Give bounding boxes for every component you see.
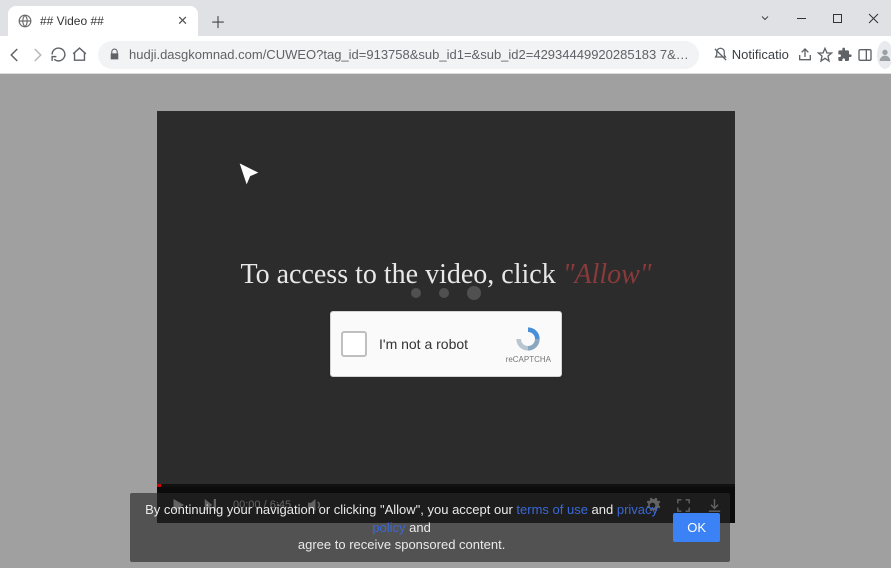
page-viewport: To access to the video, click "Allow" I'… [0, 74, 891, 568]
recaptcha-brand: reCAPTCHA [506, 355, 551, 364]
bell-off-icon [713, 47, 728, 62]
share-button[interactable] [797, 41, 813, 69]
browser-titlebar: ## Video ## ✕ ＋ [0, 0, 891, 36]
consent-ok-button[interactable]: OK [673, 513, 720, 542]
nav-forward-button[interactable] [28, 41, 46, 69]
access-prefix: To access to the video, click [240, 259, 562, 290]
recaptcha-label: I'm not a robot [379, 336, 506, 352]
recaptcha-icon [514, 325, 542, 353]
nav-home-button[interactable] [71, 41, 88, 69]
browser-toolbar: hudji.dasgkomnad.com/CUWEO?tag_id=913758… [0, 36, 891, 74]
access-allow-word: "Allow" [563, 259, 652, 290]
lock-icon [108, 48, 121, 61]
video-player: To access to the video, click "Allow" I'… [157, 111, 735, 523]
notification-chip-label: Notificatio [732, 47, 789, 62]
url-text: hudji.dasgkomnad.com/CUWEO?tag_id=913758… [129, 47, 689, 62]
tab-close-icon[interactable]: ✕ [177, 13, 188, 29]
consent-bar: By continuing your navigation or clickin… [130, 493, 730, 562]
consent-text: By continuing your navigation or clickin… [140, 501, 663, 554]
bookmark-button[interactable] [817, 41, 833, 69]
terms-link[interactable]: terms of use [516, 502, 588, 517]
profile-button[interactable] [877, 41, 891, 69]
browser-tab[interactable]: ## Video ## ✕ [8, 6, 198, 36]
side-panel-button[interactable] [857, 41, 873, 69]
window-minimize-button[interactable] [783, 0, 819, 36]
recaptcha-badge: reCAPTCHA [506, 325, 551, 364]
notification-blocked-chip[interactable]: Notificatio [709, 47, 793, 62]
new-tab-button[interactable]: ＋ [204, 7, 232, 35]
globe-icon [18, 14, 32, 28]
nav-back-button[interactable] [6, 41, 24, 69]
extensions-button[interactable] [837, 41, 853, 69]
cursor-icon [235, 161, 263, 194]
recaptcha-checkbox[interactable] [341, 331, 367, 357]
window-maximize-button[interactable] [819, 0, 855, 36]
recaptcha-widget[interactable]: I'm not a robot reCAPTCHA [330, 311, 562, 377]
address-bar[interactable]: hudji.dasgkomnad.com/CUWEO?tag_id=913758… [98, 41, 699, 69]
window-close-button[interactable] [855, 0, 891, 36]
tab-search-icon[interactable] [747, 12, 783, 24]
nav-reload-button[interactable] [50, 41, 67, 69]
tab-title: ## Video ## [40, 14, 169, 28]
access-message: To access to the video, click "Allow" [157, 259, 735, 291]
